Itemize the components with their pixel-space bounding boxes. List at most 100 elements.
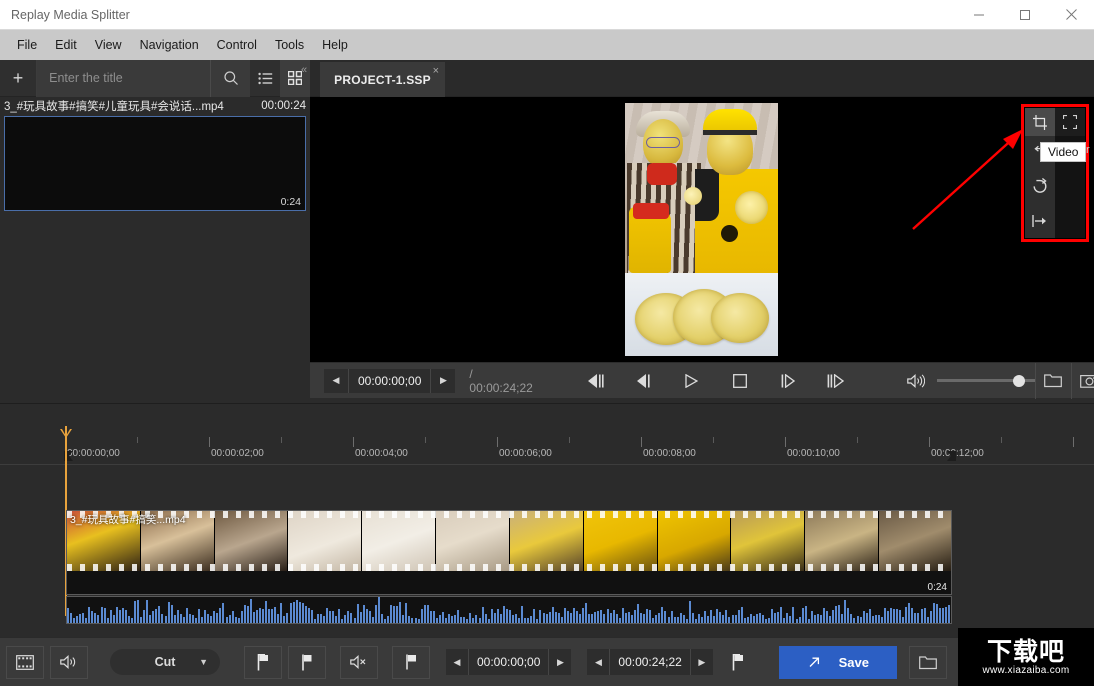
waveform-bar — [543, 613, 545, 623]
waveform-bar — [881, 617, 883, 623]
mark-in-icon[interactable] — [244, 646, 282, 679]
waveform-bar — [82, 613, 84, 623]
minimize-button[interactable] — [956, 0, 1002, 30]
stop-icon[interactable] — [729, 370, 751, 392]
waveform-bar — [911, 608, 913, 623]
out-point-step-forward-icon[interactable]: ▶ — [691, 649, 713, 675]
waveform-bar — [381, 614, 383, 623]
waveform-bar — [704, 611, 706, 623]
timeline[interactable]: 00:00:00;00 00:00:02;00 00:00:04;00 00:0… — [0, 403, 1094, 621]
waveform-bar — [905, 607, 907, 623]
volume-knob[interactable] — [1013, 375, 1025, 387]
waveform-bar — [125, 610, 127, 623]
waveform-bar — [921, 609, 923, 624]
waveform-bar — [402, 615, 404, 623]
add-media-button[interactable]: + — [0, 60, 37, 97]
chevron-down-icon[interactable]: ▼ — [199, 657, 208, 667]
folder-icon[interactable] — [1035, 363, 1071, 399]
prev-frame-pause-icon[interactable] — [585, 370, 607, 392]
menu-item-file[interactable]: File — [8, 34, 46, 56]
in-point-step-back-icon[interactable]: ◀ — [446, 649, 468, 675]
next-frames-icon[interactable] — [825, 370, 847, 392]
menu-item-help[interactable]: Help — [313, 34, 357, 56]
waveform-bar — [460, 617, 462, 623]
tab-close-icon[interactable]: × — [433, 65, 439, 77]
search-icon[interactable] — [210, 60, 250, 97]
waveform-bar — [521, 606, 523, 623]
waveform-bar — [646, 609, 648, 624]
timeline-clip-video[interactable]: 3_#玩具故事#搞笑...mp4 0:24 — [66, 510, 952, 595]
waveform-bar — [722, 615, 724, 623]
waveform-bar — [262, 609, 264, 623]
waveform-bar — [448, 614, 450, 623]
in-point-step-forward-icon[interactable]: ▶ — [549, 649, 571, 675]
current-time-stepper[interactable]: ◀ 00:00:00;00 ▶ — [324, 369, 455, 393]
close-button[interactable] — [1048, 0, 1094, 30]
menu-item-navigation[interactable]: Navigation — [131, 34, 208, 56]
waveform-bar — [76, 616, 78, 623]
waveform-bar — [268, 609, 270, 623]
media-item-thumbnail[interactable]: 0:24 — [4, 116, 306, 211]
waveform-bar — [174, 615, 176, 623]
prev-frame-icon[interactable] — [633, 370, 655, 392]
waveform-bar — [777, 612, 779, 624]
output-folder-icon[interactable] — [909, 646, 947, 679]
search-box[interactable] — [37, 60, 250, 97]
menu-item-control[interactable]: Control — [208, 34, 266, 56]
time-step-forward-icon[interactable]: ▶ — [431, 369, 455, 393]
in-point-value[interactable]: 00:00:00;00 — [468, 649, 549, 675]
camera-icon[interactable] — [1071, 363, 1094, 399]
play-icon[interactable] — [681, 370, 703, 392]
volume-control[interactable] — [905, 370, 1035, 392]
waveform-bar — [189, 614, 191, 623]
current-time-value[interactable]: 00:00:00;00 — [348, 369, 431, 393]
mute-icon[interactable] — [340, 646, 378, 679]
waveform-bar — [863, 611, 865, 623]
out-point-step-back-icon[interactable]: ◀ — [587, 649, 609, 675]
waveform-bar — [463, 617, 465, 623]
waveform-bar — [875, 615, 877, 623]
volume-slider[interactable] — [937, 374, 1035, 388]
waveform-bar — [378, 597, 380, 623]
watermark: 下载吧 www.xiazaiba.com — [958, 628, 1094, 686]
waveform-bar — [933, 603, 935, 624]
menu-item-view[interactable]: View — [86, 34, 131, 56]
waveform-bar — [527, 618, 529, 623]
save-button[interactable]: Save — [779, 646, 897, 679]
audio-icon[interactable] — [50, 646, 88, 679]
window-title: Replay Media Splitter — [11, 8, 130, 22]
timeline-audio-waveform[interactable] — [66, 596, 952, 624]
waveform-bar — [354, 618, 356, 623]
in-point-stepper[interactable]: ◀ 00:00:00;00 ▶ — [446, 649, 571, 675]
play-segment-icon[interactable] — [392, 646, 430, 679]
timeline-ruler[interactable]: 00:00:00;00 00:00:02;00 00:00:04;00 00:0… — [0, 437, 1094, 465]
waveform-bar — [433, 611, 435, 623]
search-input[interactable] — [37, 61, 210, 96]
waveform-bar — [372, 617, 374, 623]
filmstrip-icon[interactable] — [6, 646, 44, 679]
list-item[interactable]: 3_#玩具故事#搞笑#儿童玩具#会说话...mp4 00:00:24 — [0, 97, 310, 114]
list-view-icon[interactable] — [250, 60, 280, 97]
time-step-back-icon[interactable]: ◀ — [324, 369, 348, 393]
waveform-bar — [817, 614, 819, 623]
volume-icon[interactable] — [905, 370, 927, 392]
waveform-bar — [579, 614, 581, 623]
tab-project-1[interactable]: PROJECT-1.SSP × — [320, 62, 445, 98]
waveform-bar — [683, 615, 685, 623]
mark-out-marker-icon[interactable] — [945, 451, 957, 467]
collapse-chevron-icon[interactable]: « — [301, 64, 307, 76]
menu-item-tools[interactable]: Tools — [266, 34, 313, 56]
waveform-bar — [619, 618, 621, 623]
mode-dropdown[interactable]: Cut ▼ — [110, 649, 220, 675]
fullscreen-icon[interactable] — [1055, 108, 1085, 136]
mark-end-icon[interactable] — [719, 646, 757, 679]
waveform-bar — [88, 607, 90, 623]
waveform-bar — [887, 611, 889, 623]
waveform-bar — [555, 612, 557, 623]
menu-item-edit[interactable]: Edit — [46, 34, 86, 56]
out-point-value[interactable]: 00:00:24;22 — [609, 649, 690, 675]
mark-out-icon[interactable] — [288, 646, 326, 679]
maximize-button[interactable] — [1002, 0, 1048, 30]
out-point-stepper[interactable]: ◀ 00:00:24;22 ▶ — [587, 649, 712, 675]
next-frame-icon[interactable] — [777, 370, 799, 392]
